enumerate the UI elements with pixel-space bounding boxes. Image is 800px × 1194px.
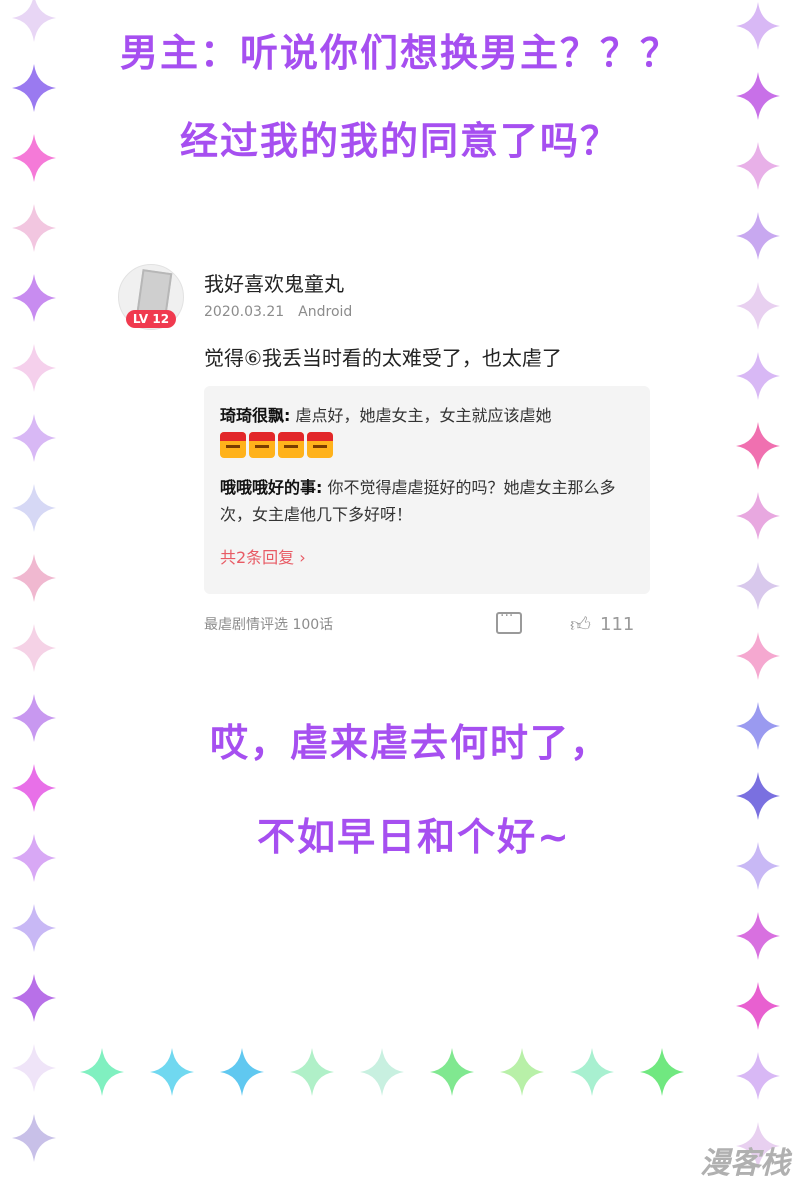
- star-frame: [12, 0, 780, 1170]
- post-date: 2020.03.21: [204, 304, 285, 320]
- star-icon: [12, 624, 56, 672]
- star-icon: [736, 212, 780, 260]
- username[interactable]: 我好喜欢鬼童丸: [204, 268, 344, 297]
- geili-emote-icon: [278, 432, 304, 458]
- star-icon: [736, 352, 780, 400]
- star-icon: [570, 1048, 614, 1096]
- star-icon: [736, 1052, 780, 1100]
- geili-emote-icon: [307, 432, 333, 458]
- star-icon: [80, 1048, 124, 1096]
- geili-emote-icon: [249, 432, 275, 458]
- star-icon: [12, 1044, 56, 1092]
- comment-icon[interactable]: [496, 608, 522, 634]
- headline-line3: 哎，虐来虐去何时了，: [209, 721, 610, 765]
- emote-row: [220, 432, 336, 458]
- more-replies-link[interactable]: 共2条回复 ›: [220, 544, 306, 568]
- episode-label[interactable]: 最虐剧情评选 100话: [204, 614, 333, 634]
- watermark-logo: 漫客栈: [700, 1146, 790, 1181]
- reply-item: 哦哦哦好的事: 你不觉得虐虐挺好的吗？她虐女主那么多次，女主虐他几下多好呀！: [220, 474, 640, 528]
- star-icon: [12, 274, 56, 322]
- reply-nick[interactable]: 琦琦很飘:: [220, 406, 290, 425]
- comment-text: 觉得⑥我丢当时看的太难受了，也太虐了: [204, 346, 562, 370]
- star-icon: [736, 632, 780, 680]
- headline-line1: 男主：听说你们想换男主？？？: [119, 31, 680, 75]
- star-icon: [430, 1048, 474, 1096]
- star-icon: [736, 912, 780, 960]
- star-icon: [736, 492, 780, 540]
- reply-item: 琦琦很飘: 虐点好，她虐女主，女主就应该虐她: [220, 402, 640, 429]
- like-icon[interactable]: 👍︎: [570, 612, 591, 637]
- headline-line4: 不如早日和个好~: [257, 815, 571, 859]
- star-icon: [12, 764, 56, 812]
- star-icon: [220, 1048, 264, 1096]
- reply-nick[interactable]: 哦哦哦好的事:: [220, 478, 322, 497]
- star-icon: [360, 1048, 404, 1096]
- post-meta: 2020.03.21 Android: [204, 304, 352, 320]
- star-icon: [12, 484, 56, 532]
- star-icon: [150, 1048, 194, 1096]
- geili-emote-icon: [220, 432, 246, 458]
- star-icon: [736, 422, 780, 470]
- star-icon: [12, 1114, 56, 1162]
- post-platform: Android: [298, 304, 353, 320]
- star-icon: [290, 1048, 334, 1096]
- like-count: 111: [600, 614, 635, 635]
- post-footer: 最虐剧情评选 100话 👍︎ 111: [204, 608, 650, 637]
- more-replies-label: 共2条回复: [220, 548, 295, 567]
- reply-box[interactable]: 琦琦很飘: 虐点好，她虐女主，女主就应该虐她 哦哦哦好的事: 你不觉得虐虐挺好的…: [204, 386, 650, 594]
- reply-text: 虐点好，她虐女主，女主就应该虐她: [290, 406, 552, 425]
- star-icon: [500, 1048, 544, 1096]
- star-icon: [12, 554, 56, 602]
- star-icon: [736, 562, 780, 610]
- star-icon: [12, 204, 56, 252]
- headline-line2: 经过我的我的同意了吗？: [179, 119, 620, 163]
- star-icon: [736, 982, 780, 1030]
- star-icon: [12, 904, 56, 952]
- star-icon: [12, 414, 56, 462]
- level-badge: LV 12: [126, 310, 176, 328]
- star-icon: [736, 282, 780, 330]
- star-icon: [12, 974, 56, 1022]
- star-icon: [640, 1048, 684, 1096]
- star-icon: [12, 344, 56, 392]
